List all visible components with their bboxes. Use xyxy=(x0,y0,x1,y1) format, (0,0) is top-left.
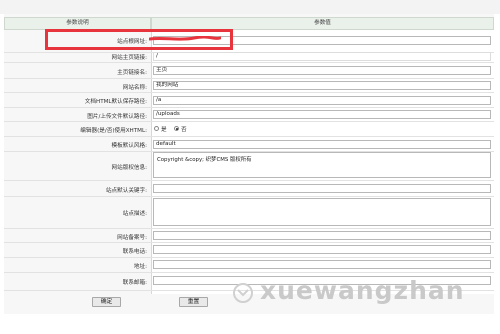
label-editor-xhtml: 编辑器(是/否)使用XHTML: xyxy=(80,128,147,134)
label-email: 联系邮箱: xyxy=(122,280,147,286)
label-icp-number: 网站备案号: xyxy=(117,235,147,241)
ok-button[interactable]: 确定 xyxy=(92,297,121,307)
watermark-logo-icon xyxy=(233,283,253,303)
label-homepage-name: 主页链接名: xyxy=(117,70,147,76)
html-save-path-input[interactable]: /a xyxy=(153,96,491,105)
upload-path-input[interactable]: /uploads xyxy=(153,110,491,119)
watermark-text: xuewangzhan xyxy=(260,276,465,305)
label-html-save-path: 文档HTML默认保存路径: xyxy=(84,99,147,105)
template-style-input[interactable]: default xyxy=(153,140,491,149)
label-site-name: 网站名称: xyxy=(122,85,147,91)
copyright-textarea[interactable]: Copyright &copy; 织梦CMS 版权所有 xyxy=(153,152,491,178)
reset-button[interactable]: 重置 xyxy=(179,297,208,307)
label-homepage-link: 网站主页链接: xyxy=(111,55,147,61)
label-template-style: 模板默认风格: xyxy=(111,143,147,149)
icp-number-input[interactable] xyxy=(153,231,491,240)
address-input[interactable] xyxy=(153,260,491,269)
label-phone: 联系电话: xyxy=(122,249,147,255)
label-description: 站点描述: xyxy=(122,211,147,217)
label-copyright: 网站版权信息: xyxy=(111,165,147,171)
label-address: 地址: xyxy=(133,264,147,270)
label-upload-path: 图片/上传文件默认路径: xyxy=(87,114,147,120)
radio-no[interactable] xyxy=(174,126,179,131)
site-name-input[interactable]: 我的网站 xyxy=(153,81,491,90)
radio-no-label: 否 xyxy=(181,127,187,133)
radio-yes[interactable] xyxy=(154,126,159,131)
radio-yes-label: 是 xyxy=(161,127,167,133)
description-textarea[interactable] xyxy=(153,198,491,226)
homepage-link-input[interactable]: / xyxy=(153,52,491,61)
keywords-input[interactable] xyxy=(153,184,491,193)
top-strip xyxy=(0,0,500,14)
redaction-scribble xyxy=(149,36,221,41)
phone-input[interactable] xyxy=(153,245,491,254)
homepage-name-input[interactable]: 主页 xyxy=(153,66,491,75)
label-keywords: 站点默认关键字: xyxy=(105,188,147,194)
